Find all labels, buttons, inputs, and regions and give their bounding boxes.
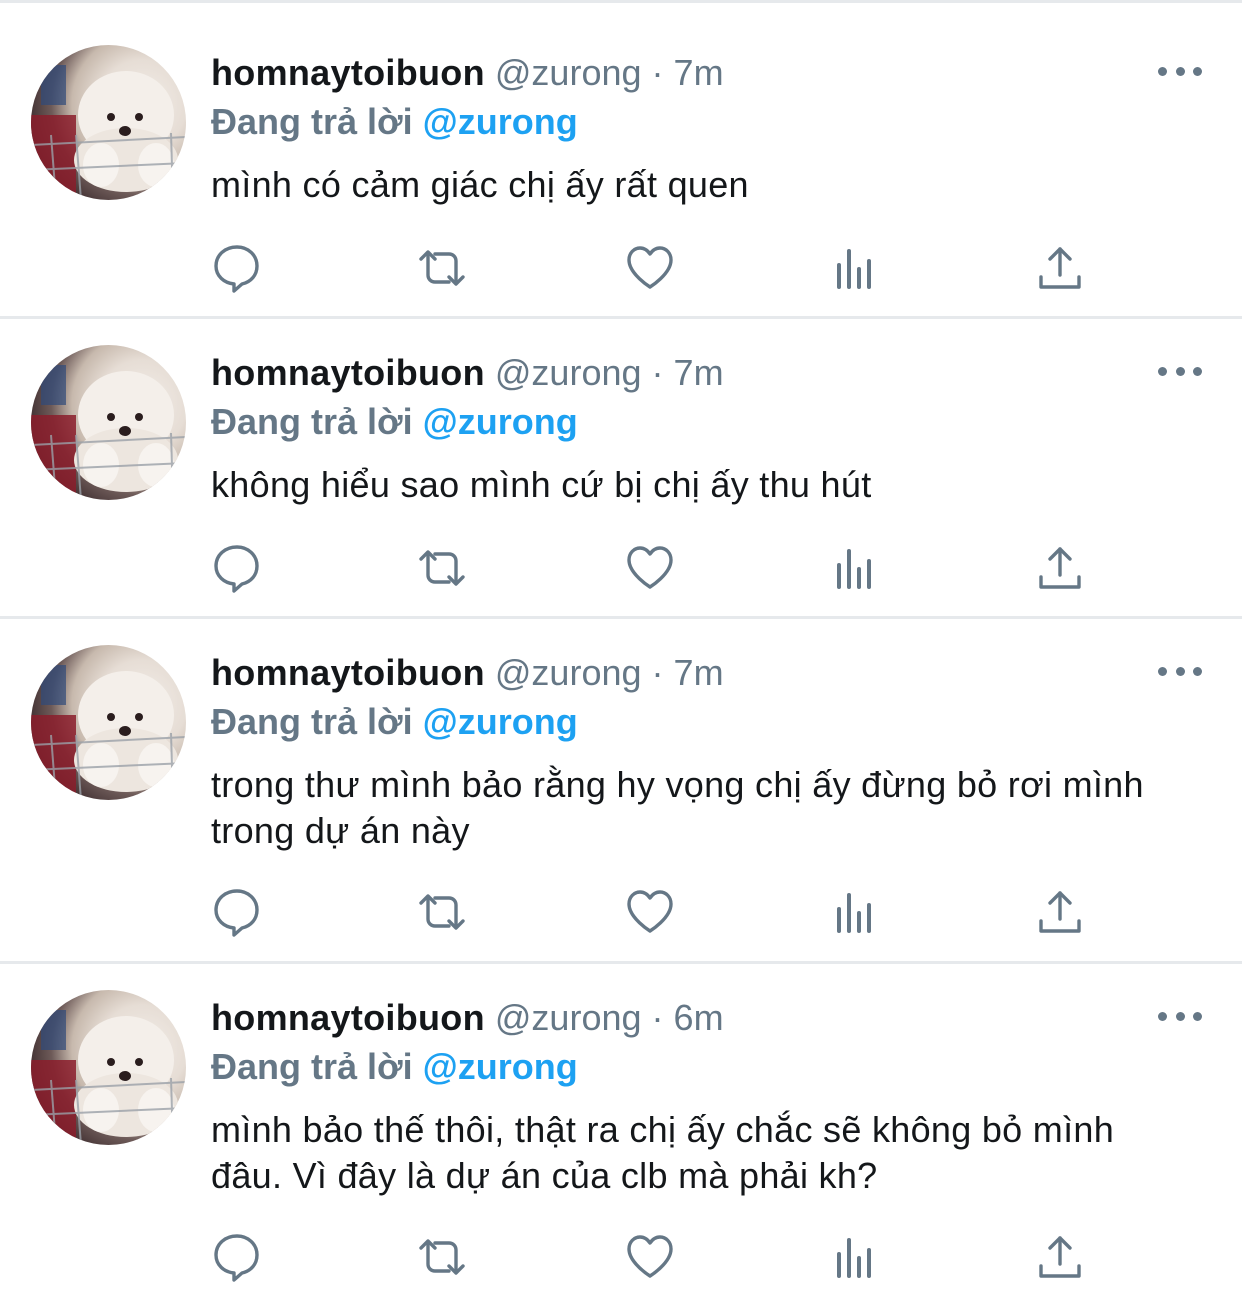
samoyed-puppy-avatar	[31, 1010, 186, 1145]
separator: ·	[651, 352, 664, 393]
avatar[interactable]	[31, 990, 186, 1145]
avatar[interactable]	[31, 345, 186, 500]
tweet-header: homnaytoibuon @zurong · 6m	[211, 993, 724, 1043]
samoyed-puppy-avatar	[31, 65, 186, 200]
replying-to-label: Đang trả lời	[211, 1046, 413, 1087]
samoyed-puppy-avatar	[31, 365, 186, 500]
replying-to-handle[interactable]: @zurong	[423, 1046, 578, 1087]
share-icon[interactable]	[1033, 1230, 1087, 1284]
tweet-divider	[0, 961, 1242, 964]
avatar[interactable]	[31, 645, 186, 800]
reply-icon[interactable]	[210, 1230, 264, 1284]
top-divider	[0, 0, 1242, 3]
analytics-icon[interactable]	[829, 1230, 883, 1284]
tweet-text: trong thư mình bảo rằng hy vọng chị ấy đ…	[211, 764, 1144, 851]
tweet-text: mình có cảm giác chị ấy rất quen	[211, 164, 749, 205]
tweet-text: không hiểu sao mình cứ bị chị ấy thu hút	[211, 464, 872, 505]
retweet-icon[interactable]	[415, 241, 469, 295]
display-name[interactable]: homnaytoibuon	[211, 652, 485, 693]
separator: ·	[651, 52, 664, 93]
display-name[interactable]: homnaytoibuon	[211, 352, 485, 393]
tweet-header: homnaytoibuon @zurong · 7m	[211, 648, 724, 698]
more-options-icon[interactable]	[1158, 1001, 1202, 1031]
reply-icon[interactable]	[210, 885, 264, 939]
reply-icon[interactable]	[210, 241, 264, 295]
replying-to-label: Đang trả lời	[211, 101, 413, 142]
share-icon[interactable]	[1033, 241, 1087, 295]
timestamp[interactable]: 7m	[674, 52, 724, 93]
display-name[interactable]: homnaytoibuon	[211, 52, 485, 93]
tweet-divider	[0, 316, 1242, 319]
separator: ·	[651, 652, 664, 693]
share-icon[interactable]	[1033, 885, 1087, 939]
retweet-icon[interactable]	[415, 541, 469, 595]
tweet-header: homnaytoibuon @zurong · 7m	[211, 48, 724, 98]
like-icon[interactable]	[623, 241, 677, 295]
like-icon[interactable]	[623, 885, 677, 939]
replying-to: Đang trả lời @zurong	[211, 1042, 578, 1092]
timestamp[interactable]: 7m	[674, 352, 724, 393]
more-options-icon[interactable]	[1158, 356, 1202, 386]
more-options-icon[interactable]	[1158, 656, 1202, 686]
samoyed-puppy-avatar	[31, 665, 186, 800]
tweet-text: mình bảo thế thôi, thật ra chị ấy chắc s…	[211, 1109, 1115, 1196]
replying-to: Đang trả lời @zurong	[211, 697, 578, 747]
timestamp[interactable]: 7m	[674, 652, 724, 693]
more-options-icon[interactable]	[1158, 56, 1202, 86]
tweet-divider	[0, 616, 1242, 619]
user-handle[interactable]: @zurong	[495, 997, 642, 1038]
replying-to-label: Đang trả lời	[211, 401, 413, 442]
avatar[interactable]	[31, 45, 186, 200]
replying-to: Đang trả lời @zurong	[211, 397, 578, 447]
replying-to-handle[interactable]: @zurong	[423, 701, 578, 742]
replying-to-handle[interactable]: @zurong	[423, 101, 578, 142]
tweet-header: homnaytoibuon @zurong · 7m	[211, 348, 724, 398]
display-name[interactable]: homnaytoibuon	[211, 997, 485, 1038]
retweet-icon[interactable]	[415, 885, 469, 939]
user-handle[interactable]: @zurong	[495, 352, 642, 393]
analytics-icon[interactable]	[829, 541, 883, 595]
user-handle[interactable]: @zurong	[495, 52, 642, 93]
analytics-icon[interactable]	[829, 241, 883, 295]
replying-to-handle[interactable]: @zurong	[423, 401, 578, 442]
separator: ·	[651, 997, 664, 1038]
user-handle[interactable]: @zurong	[495, 652, 642, 693]
retweet-icon[interactable]	[415, 1230, 469, 1284]
reply-icon[interactable]	[210, 541, 264, 595]
like-icon[interactable]	[623, 541, 677, 595]
like-icon[interactable]	[623, 1230, 677, 1284]
replying-to-label: Đang trả lời	[211, 701, 413, 742]
replying-to: Đang trả lời @zurong	[211, 97, 578, 147]
share-icon[interactable]	[1033, 541, 1087, 595]
timestamp[interactable]: 6m	[674, 997, 724, 1038]
analytics-icon[interactable]	[829, 885, 883, 939]
